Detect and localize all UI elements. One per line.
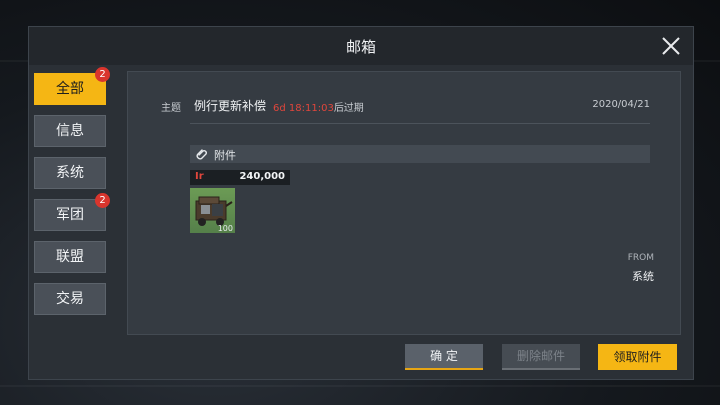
delete-mail-button[interactable]: 删除邮件 [502,344,580,370]
attachments-header: 附件 [190,145,650,163]
sidebar-item-label: 交易 [56,291,84,307]
sidebar-item-messages[interactable]: 信息 [34,115,106,147]
mailbox-dialog: 邮箱 全部 2 信息 系统 军团 2 联盟 交易 主题 例行更新补偿 6d 18… [28,26,694,380]
expiry-info: 6d 18:11:03后过期 [273,99,364,114]
divider [190,123,650,124]
sidebar-item-legion[interactable]: 军团 2 [34,193,110,231]
expiry-suffix: 后过期 [333,103,364,114]
from-label: FROM [627,253,654,263]
sidebar-item-label: 信息 [56,123,84,139]
sidebar-item-label: 系统 [56,165,84,181]
sidebar-item-label: 军团 [56,207,84,223]
sidebar-item-all[interactable]: 全部 2 [34,67,110,105]
dialog-title: 邮箱 [345,38,376,56]
sender-name: 系统 [632,270,654,283]
mail-date: 2020/04/21 [592,99,650,110]
close-button[interactable] [657,32,685,60]
background-stripe [0,385,720,387]
sidebar-item-trade[interactable]: 交易 [34,283,106,315]
attachment-item[interactable]: 100 [190,188,235,233]
paperclip-icon [196,149,207,160]
close-icon [662,37,680,55]
attachments-label: 附件 [214,149,236,162]
mail-subject: 例行更新补偿 [194,99,267,113]
subject-label: 主题 [161,103,181,114]
expiry-timer: 6d 18:11:03 [273,103,334,114]
confirm-button[interactable]: 确 定 [405,344,483,370]
currency-amount: 240,000 [239,171,285,182]
unread-badge: 2 [95,67,110,82]
sidebar-item-system[interactable]: 系统 [34,157,106,189]
currency-logo: Ir [195,171,204,182]
mail-content-panel: 主题 例行更新补偿 6d 18:11:03后过期 2020/04/21 附件 I… [127,71,681,335]
currency-amount-bar: Ir 240,000 [190,170,290,185]
claim-attachments-button[interactable]: 领取附件 [598,344,677,370]
title-bar: 邮箱 [29,27,693,65]
sidebar-item-alliance[interactable]: 联盟 [34,241,106,273]
sidebar-item-label: 全部 [56,81,84,97]
item-quantity: 100 [217,224,233,233]
sidebar-item-label: 联盟 [56,249,84,265]
unread-badge: 2 [95,193,110,208]
